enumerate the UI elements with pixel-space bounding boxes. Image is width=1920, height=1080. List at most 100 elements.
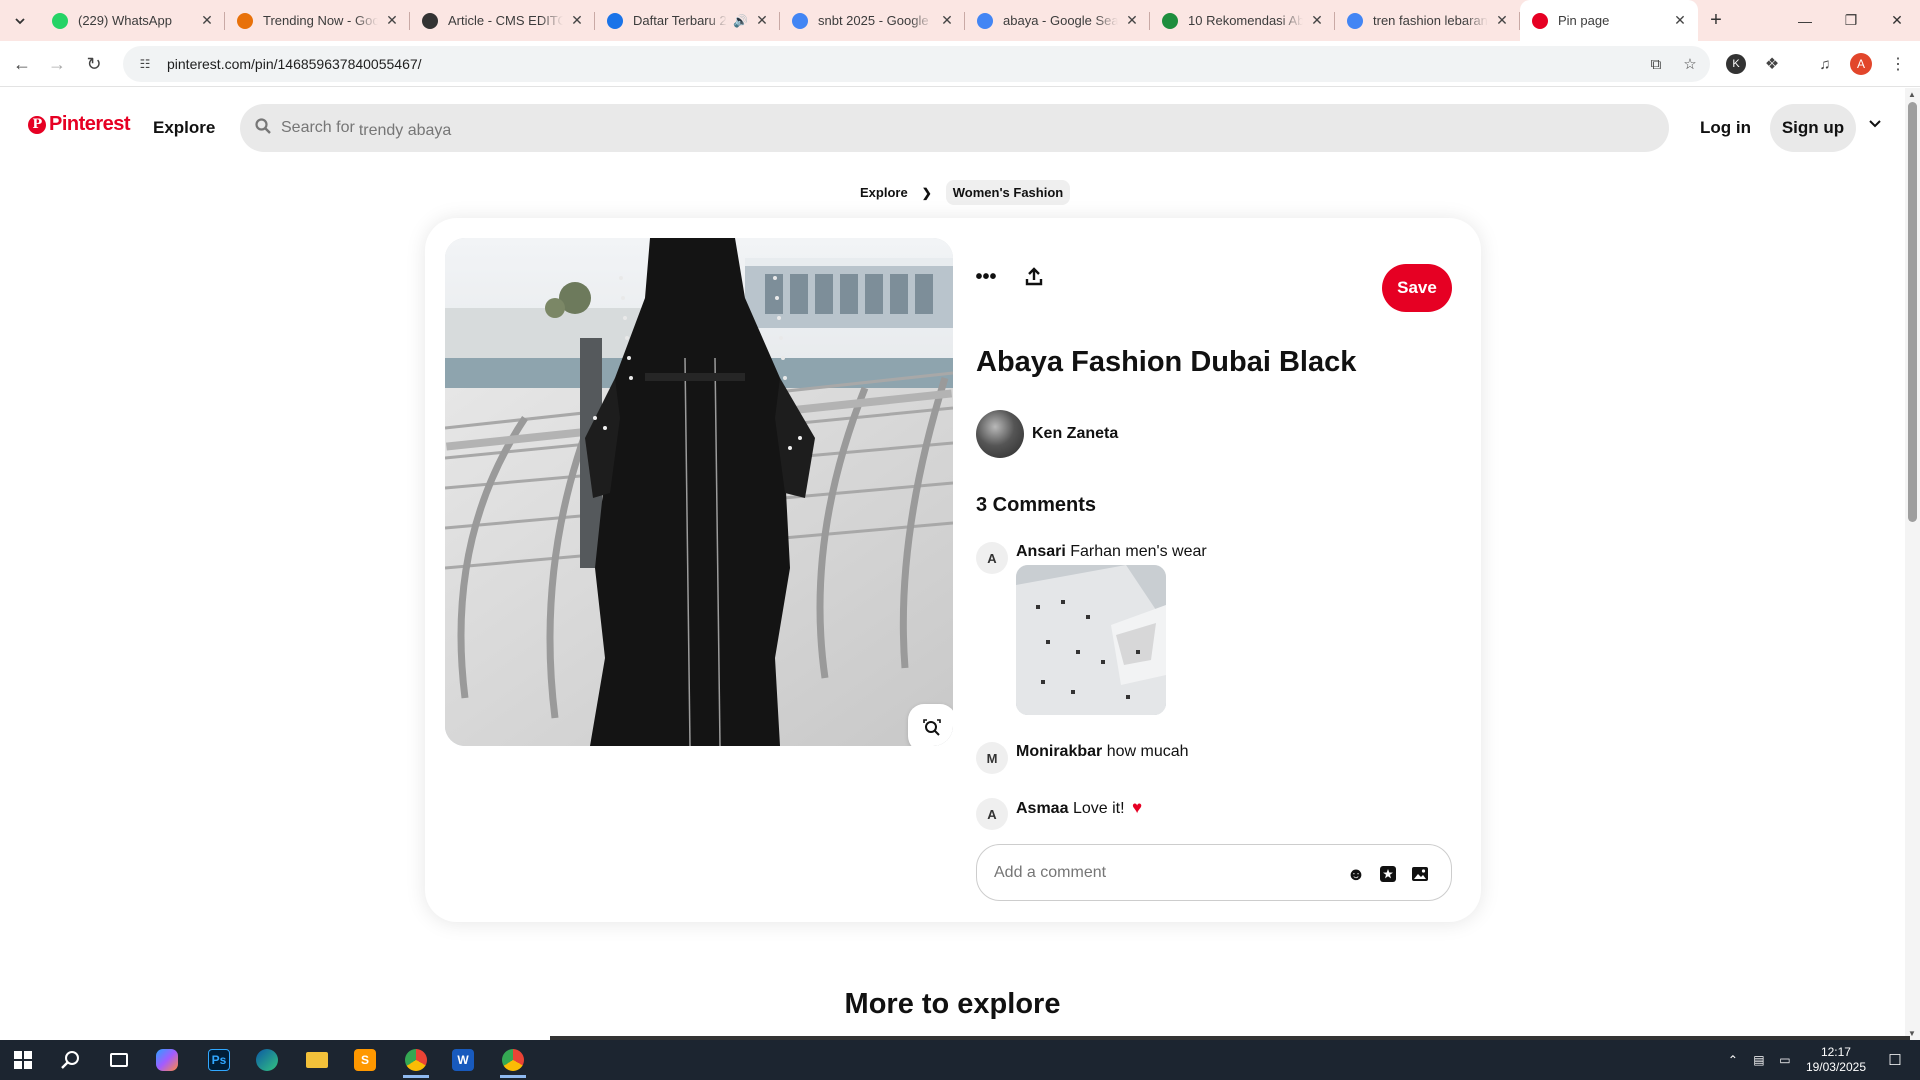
address-bar[interactable]: ☷ pinterest.com/pin/146859637840055467/ … — [123, 46, 1710, 82]
share-icon — [1025, 267, 1043, 286]
comment-body: Farhan men's wear — [1070, 543, 1207, 560]
cms-icon — [422, 12, 438, 29]
more-options-button[interactable]: ••• — [973, 264, 999, 290]
restore-button[interactable]: ❐ — [1828, 0, 1874, 41]
page-scrollbar[interactable]: ▲ ▼ — [1905, 88, 1920, 1040]
tab-close-icon[interactable]: ✕ — [1124, 12, 1140, 29]
creator-info[interactable]: Ken Zaneta — [976, 410, 1118, 458]
close-window-button[interactable]: ✕ — [1874, 0, 1920, 41]
edge-app[interactable] — [244, 1040, 290, 1080]
tab-active[interactable]: Pin page ✕ — [1520, 0, 1698, 41]
task-view-button[interactable] — [96, 1040, 142, 1080]
commenter-avatar[interactable]: A — [976, 798, 1008, 830]
comments-heading[interactable]: 3 Comments — [976, 494, 1096, 517]
search-placeholder-prefix: Search for — [281, 119, 355, 136]
new-tab-button[interactable]: + — [1698, 0, 1734, 41]
pin-card: ••• Save Abaya Fashion Dubai Black Ken Z… — [425, 218, 1481, 922]
media-control-button[interactable]: ♫ — [1811, 50, 1839, 78]
task-view-icon — [110, 1053, 128, 1067]
tab[interactable]: abaya - Google Search ✕ — [965, 0, 1150, 41]
login-button[interactable]: Log in — [1700, 118, 1751, 138]
search-input[interactable]: Search for trendy abaya — [240, 104, 1669, 152]
chevron-up-icon[interactable]: ⌃ — [1722, 1053, 1744, 1067]
commenter-avatar[interactable]: A — [976, 542, 1008, 574]
tab-close-icon[interactable]: ✕ — [1309, 12, 1325, 29]
forward-button[interactable]: → — [43, 50, 71, 78]
url-text[interactable]: pinterest.com/pin/146859637840055467/ — [167, 56, 422, 72]
pinterest-header: P Pinterest Explore Search for trendy ab… — [0, 88, 1905, 168]
bookmark-star-icon[interactable]: ☆ — [1680, 54, 1700, 74]
taskbar-clock[interactable]: 12:17 19/03/2025 — [1806, 1045, 1866, 1075]
file-explorer-app[interactable] — [294, 1040, 340, 1080]
tab[interactable]: tren fashion lebaran ✕ — [1335, 0, 1520, 41]
puzzle-icon: ❖ — [1764, 56, 1780, 73]
tab-close-icon[interactable]: ✕ — [384, 12, 400, 29]
breadcrumb-womens-fashion[interactable]: Women's Fashion — [945, 180, 1071, 205]
comment-author[interactable]: Monirakbar — [1016, 743, 1102, 760]
back-button[interactable]: ← — [8, 50, 36, 78]
share-button[interactable] — [1021, 264, 1047, 290]
comment-author[interactable]: Ansari — [1016, 543, 1066, 560]
scroll-up-icon[interactable]: ▲ — [1908, 90, 1916, 99]
save-button[interactable]: Save — [1382, 264, 1452, 312]
lens-icon — [923, 719, 941, 736]
tab-close-icon[interactable]: ✕ — [1494, 12, 1510, 29]
extensions-button[interactable]: ❖ — [1758, 50, 1786, 78]
tab[interactable]: Daftar Terbaru 23 🔊 ✕ — [595, 0, 780, 41]
comment-author[interactable]: Asmaa — [1016, 800, 1068, 817]
tab[interactable]: 10 Rekomendasi Abaya ✕ — [1150, 0, 1335, 41]
commenter-avatar[interactable]: M — [976, 742, 1008, 774]
comment-input[interactable] — [994, 863, 1334, 882]
signup-button[interactable]: Sign up — [1770, 104, 1856, 152]
tab[interactable]: snbt 2025 - Google Search ✕ — [780, 0, 965, 41]
pin-image[interactable] — [445, 238, 953, 746]
scrollbar-thumb[interactable] — [1908, 102, 1917, 522]
creator-name[interactable]: Ken Zaneta — [1032, 425, 1118, 443]
tab[interactable]: Article - CMS EDITOR ✕ — [410, 0, 595, 41]
comment-attached-image[interactable] — [1016, 565, 1166, 715]
restore-icon: ❐ — [1844, 12, 1858, 28]
creator-avatar[interactable] — [976, 410, 1024, 458]
tab-close-icon[interactable]: ✕ — [939, 12, 955, 29]
sticker-icon[interactable] — [1377, 863, 1399, 885]
tab-search-button[interactable] — [8, 9, 32, 33]
tab[interactable]: (229) WhatsApp ✕ — [40, 0, 225, 41]
network-icon[interactable]: ▤ — [1748, 1053, 1770, 1067]
visual-search-button[interactable] — [908, 704, 953, 746]
battery-icon[interactable]: ▭ — [1774, 1053, 1796, 1067]
tab-close-icon[interactable]: ✕ — [754, 12, 770, 29]
browser-menu-button[interactable]: ⋮ — [1884, 50, 1912, 78]
add-comment-box[interactable]: ☻ — [976, 844, 1452, 901]
minimize-button[interactable]: — — [1782, 0, 1828, 41]
profile-k-button[interactable]: K — [1722, 50, 1750, 78]
chevron-right-icon: ❯ — [921, 185, 932, 200]
breadcrumb-explore[interactable]: Explore — [860, 185, 908, 200]
pinterest-logo[interactable]: P Pinterest — [28, 113, 131, 136]
chrome-app-active[interactable] — [393, 1040, 439, 1080]
copilot-app[interactable] — [144, 1040, 190, 1080]
header-menu-chevron[interactable] — [1868, 116, 1882, 133]
reload-button[interactable]: ↻ — [80, 50, 108, 78]
emoji-icon[interactable]: ☻ — [1345, 863, 1367, 885]
search-placeholder-term: trendy abaya — [358, 122, 452, 139]
speaker-icon[interactable]: 🔊 — [733, 14, 748, 28]
tab-close-icon[interactable]: ✕ — [199, 12, 215, 29]
taskbar-search-button[interactable] — [48, 1040, 94, 1080]
profile-a-button[interactable]: A — [1847, 50, 1875, 78]
search-icon — [255, 117, 275, 139]
install-app-icon[interactable]: ⧉ — [1646, 54, 1666, 74]
explore-link[interactable]: Explore — [153, 118, 215, 138]
image-upload-icon[interactable] — [1409, 863, 1431, 885]
photoshop-app[interactable]: Ps — [196, 1040, 242, 1080]
tab[interactable]: Trending Now - Google Trends ✕ — [225, 0, 410, 41]
tab-close-icon[interactable]: ✕ — [569, 12, 585, 29]
word-app[interactable]: W — [440, 1040, 486, 1080]
tab-close-icon[interactable]: ✕ — [1672, 12, 1688, 29]
site-info-icon[interactable]: ☷ — [135, 54, 155, 74]
pinterest-icon — [1532, 12, 1548, 29]
profile-a-avatar: A — [1850, 53, 1872, 75]
notification-icon[interactable]: ☐ — [1880, 1051, 1910, 1069]
sublime-app[interactable]: S — [342, 1040, 388, 1080]
chrome-app-second[interactable] — [490, 1040, 536, 1080]
start-button[interactable] — [0, 1040, 46, 1080]
